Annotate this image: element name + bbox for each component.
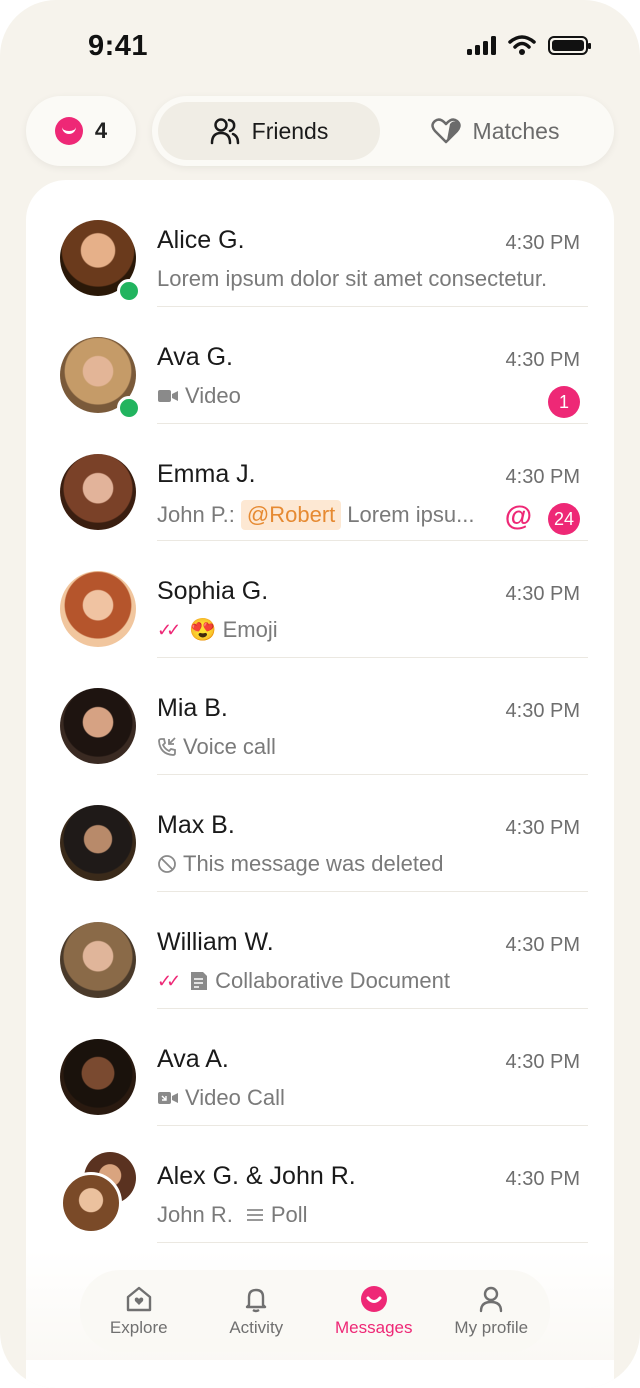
status-time: 9:41 bbox=[88, 30, 149, 62]
divider bbox=[157, 1242, 588, 1243]
status-icons bbox=[467, 34, 591, 56]
nav-activity[interactable]: Activity bbox=[201, 1284, 311, 1338]
unread-badge: 24 bbox=[547, 503, 580, 535]
unread-badge: 1 bbox=[548, 386, 580, 418]
bell-icon bbox=[246, 1288, 267, 1313]
contact-name: Alice G. bbox=[157, 226, 245, 254]
message-time: 4:30 PM bbox=[505, 934, 580, 956]
document-icon bbox=[191, 972, 208, 990]
contact-name: William W. bbox=[157, 928, 274, 956]
contact-name: Alex G. & John R. bbox=[157, 1162, 356, 1190]
tab-matches[interactable]: Matches bbox=[384, 102, 606, 160]
message-preview: ✓✓ Collaborative Document bbox=[157, 968, 450, 993]
message-preview: This message was deleted bbox=[157, 851, 443, 877]
phone-incoming-icon bbox=[158, 737, 176, 756]
double-check-icon: ✓✓ bbox=[157, 970, 181, 991]
nav-explore[interactable]: Explore bbox=[84, 1284, 194, 1338]
contact-name: Ava A. bbox=[157, 1045, 229, 1073]
contact-name: Ava G. bbox=[157, 343, 233, 371]
message-time: 4:30 PM bbox=[505, 700, 580, 722]
message-time: 4:30 PM bbox=[505, 232, 580, 254]
conversation-row[interactable]: Alex G. & John R. 4:30 PM John R. Poll bbox=[26, 1126, 614, 1243]
poll-icon bbox=[246, 1209, 263, 1221]
conversation-row[interactable]: Ava A. 4:30 PM Video Call bbox=[26, 1009, 614, 1126]
message-preview: ✓✓ 😍 Emoji bbox=[157, 617, 278, 642]
message-preview: John P.: @Robert Lorem ipsu... bbox=[157, 500, 474, 530]
contact-name: Sophia G. bbox=[157, 577, 269, 605]
contact-name: Emma J. bbox=[157, 460, 256, 488]
message-time: 4:30 PM bbox=[505, 817, 580, 839]
tab-matches-label: Matches bbox=[472, 117, 560, 144]
home-heart-icon bbox=[126, 1286, 151, 1312]
conversation-row[interactable]: Mia B. 4:30 PM Voice call bbox=[26, 658, 614, 775]
wifi-icon bbox=[508, 35, 536, 55]
heart-icon bbox=[430, 118, 461, 144]
message-preview: John R. Poll bbox=[157, 1202, 308, 1227]
message-time: 4:30 PM bbox=[505, 349, 580, 371]
message-time: 4:30 PM bbox=[505, 466, 580, 488]
nav-my-profile[interactable]: My profile bbox=[436, 1284, 546, 1338]
contact-name: Mia B. bbox=[157, 694, 228, 722]
avatar bbox=[60, 805, 136, 881]
bottom-nav: Explore Activity Messages My profile bbox=[80, 1270, 550, 1352]
avatar bbox=[60, 922, 136, 998]
tab-friends[interactable]: Friends bbox=[158, 102, 380, 160]
segmented-tabs: Friends Matches bbox=[152, 96, 614, 166]
conversation-row[interactable]: Sophia G. 4:30 PM ✓✓ 😍 Emoji bbox=[26, 541, 614, 658]
signal-icon bbox=[467, 35, 496, 55]
contact-name: Max B. bbox=[157, 811, 235, 839]
avatar bbox=[60, 454, 136, 530]
notification-counter[interactable]: 4 bbox=[26, 96, 136, 166]
conversation-list: Alice G. 4:30 PM Lorem ipsum dolor sit a… bbox=[26, 180, 614, 1388]
online-indicator bbox=[117, 396, 141, 420]
message-time: 4:30 PM bbox=[505, 1051, 580, 1073]
group-avatar bbox=[60, 1172, 122, 1234]
mention-icon: @ bbox=[504, 500, 532, 531]
message-time: 4:30 PM bbox=[505, 1168, 580, 1190]
conversation-row[interactable]: Alice G. 4:30 PM Lorem ipsum dolor sit a… bbox=[26, 190, 614, 307]
conversation-row[interactable]: Max B. 4:30 PM This message was deleted bbox=[26, 775, 614, 892]
message-sender: John P.: bbox=[157, 502, 235, 527]
tab-friends-label: Friends bbox=[251, 117, 329, 144]
avatar bbox=[60, 688, 136, 764]
notification-count: 4 bbox=[94, 118, 108, 143]
message-sender: John R. bbox=[157, 1202, 233, 1227]
avatar bbox=[60, 571, 136, 647]
double-check-icon: ✓✓ bbox=[157, 619, 181, 640]
conversation-row[interactable]: William W. 4:30 PM ✓✓ Collaborative Docu… bbox=[26, 892, 614, 1009]
conversation-row[interactable]: Ava G. 4:30 PM Video 1 bbox=[26, 307, 614, 424]
app-logo-icon bbox=[54, 117, 83, 145]
phone-screen: 9:41 4 Friends Matches Alice G. 4:30 PM … bbox=[0, 0, 640, 1388]
mention-tag: @Robert bbox=[240, 500, 342, 530]
online-indicator bbox=[117, 279, 141, 303]
message-preview: Lorem ipsum dolor sit amet consectetur. bbox=[157, 266, 548, 291]
video-call-icon bbox=[158, 1092, 178, 1104]
avatar bbox=[60, 1039, 136, 1115]
person-icon bbox=[480, 1286, 503, 1313]
message-time: 4:30 PM bbox=[505, 583, 580, 605]
video-icon bbox=[158, 390, 178, 402]
conversation-row[interactable]: Emma J. 4:30 PM John P.: @Robert Lorem i… bbox=[26, 424, 614, 541]
blocked-icon bbox=[158, 855, 176, 873]
message-preview: Voice call bbox=[157, 734, 276, 760]
battery-icon bbox=[548, 35, 591, 55]
people-icon bbox=[210, 118, 239, 145]
message-preview: Video bbox=[157, 383, 241, 409]
emoji: 😍 bbox=[189, 617, 217, 642]
nav-messages[interactable]: Messages bbox=[319, 1284, 429, 1338]
message-preview: Video Call bbox=[157, 1085, 285, 1111]
messages-icon bbox=[360, 1286, 387, 1312]
